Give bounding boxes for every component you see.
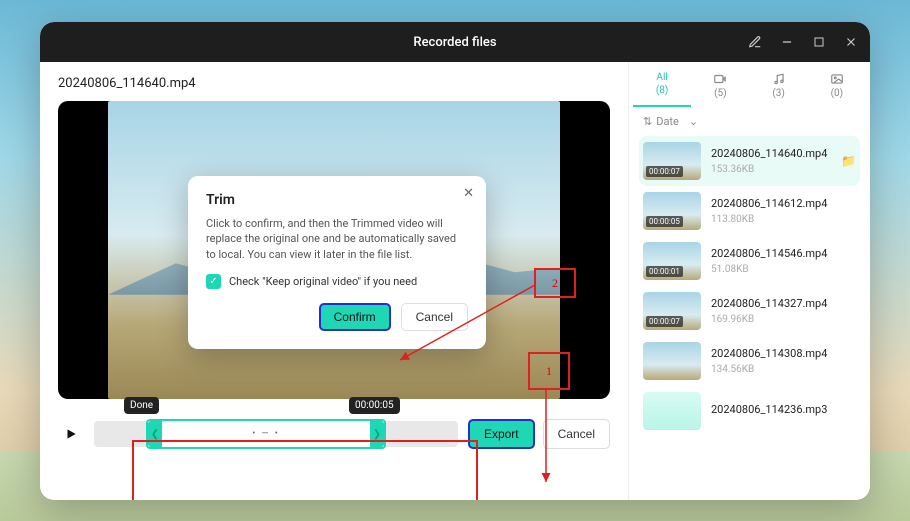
selection-marker: • — • xyxy=(252,429,280,439)
video-icon xyxy=(713,72,727,86)
duration-badge: 00:00:01 xyxy=(646,266,683,277)
file-name: 20240806_114612.mp4 xyxy=(711,197,856,210)
file-thumbnail: 00:00:05 xyxy=(643,192,701,230)
close-icon[interactable]: ✕ xyxy=(463,186,474,201)
file-thumbnail xyxy=(643,392,701,430)
file-size: 51.08KB xyxy=(711,264,856,275)
close-icon[interactable] xyxy=(840,31,862,53)
file-thumbnail: 00:00:07 xyxy=(643,292,701,330)
timeline: Done 00:00:05 ❮ • — • ❯ Export Cancel xyxy=(58,419,610,449)
file-name: 20240806_114327.mp4 xyxy=(711,297,856,310)
file-thumbnail: 00:00:01 xyxy=(643,242,701,280)
cancel-export-button[interactable]: Cancel xyxy=(543,419,610,449)
annotation-box-timeline xyxy=(132,440,478,500)
trim-dialog: ✕ Trim Click to confirm, and then the Tr… xyxy=(188,176,486,349)
maximize-icon[interactable] xyxy=(808,31,830,53)
file-thumbnail: 00:00:07 xyxy=(643,142,701,180)
file-name: 20240806_114546.mp4 xyxy=(711,247,856,260)
file-size: 169.96KB xyxy=(711,314,856,325)
tab-image[interactable]: (0) xyxy=(808,72,866,107)
file-name: 20240806_114308.mp4 xyxy=(711,347,856,360)
file-size: 134.56KB xyxy=(711,364,856,375)
sort-dropdown[interactable]: ⇅ Date ⌄ xyxy=(629,107,870,136)
confirm-button[interactable]: Confirm xyxy=(319,303,391,331)
window-title: Recorded files xyxy=(413,35,496,50)
done-tooltip: Done xyxy=(124,397,159,414)
file-item[interactable]: 00:00:07 20240806_114327.mp4 169.96KB xyxy=(639,286,860,336)
trim-description: Click to confirm, and then the Trimmed v… xyxy=(206,216,468,262)
checkbox-checked-icon: ✓ xyxy=(206,274,221,289)
recorded-files-window: Recorded files 20240806_114640.mp4 ✕ Tri… xyxy=(40,22,870,500)
file-thumbnail xyxy=(643,342,701,380)
file-name: 20240806_114236.mp3 xyxy=(711,403,856,416)
file-list[interactable]: 00:00:0720240806_114640.mp4153.36KB📁00:0… xyxy=(629,136,870,500)
keep-original-checkbox[interactable]: ✓ Check "Keep original video" if you nee… xyxy=(206,274,468,289)
duration-badge: 00:00:07 xyxy=(646,166,683,177)
file-size: 153.36KB xyxy=(711,164,831,175)
filter-tabs: All (8) (5) (3) (0) xyxy=(629,62,870,107)
trim-selection[interactable]: ❮ • — • ❯ xyxy=(146,419,386,449)
tab-video[interactable]: (5) xyxy=(691,72,749,107)
export-button[interactable]: Export xyxy=(468,419,535,449)
duration-badge: 00:00:07 xyxy=(646,316,683,327)
chevron-down-icon: ⌄ xyxy=(689,115,698,128)
open-folder-icon[interactable]: 📁 xyxy=(841,154,856,168)
file-name: 20240806_114640.mp4 xyxy=(711,147,831,160)
audio-icon xyxy=(772,72,786,86)
file-item[interactable]: 00:00:07 20240806_114640.mp4 153.36KB 📁 xyxy=(639,136,860,186)
titlebar: Recorded files xyxy=(40,22,870,62)
minimize-icon[interactable] xyxy=(776,31,798,53)
trim-handle-right[interactable]: ❯ xyxy=(370,421,384,447)
current-filename: 20240806_114640.mp4 xyxy=(58,76,610,91)
file-item[interactable]: 20240806_114308.mp4 134.56KB xyxy=(639,336,860,386)
file-item[interactable]: 00:00:01 20240806_114546.mp4 51.08KB xyxy=(639,236,860,286)
tab-audio[interactable]: (3) xyxy=(750,72,808,107)
main-panel: 20240806_114640.mp4 ✕ Trim Click to conf… xyxy=(40,62,628,500)
timeline-track[interactable]: Done 00:00:05 ❮ • — • ❯ xyxy=(94,421,458,447)
time-tooltip: 00:00:05 xyxy=(349,397,400,414)
play-icon[interactable] xyxy=(58,421,84,447)
file-item[interactable]: 20240806_114236.mp3 xyxy=(639,386,860,436)
edit-icon[interactable] xyxy=(744,31,766,53)
file-item[interactable]: 00:00:05 20240806_114612.mp4 113.80KB xyxy=(639,186,860,236)
file-size: 113.80KB xyxy=(711,214,856,225)
image-icon xyxy=(830,72,844,86)
trim-handle-left[interactable]: ❮ xyxy=(148,421,162,447)
trim-title: Trim xyxy=(206,192,468,208)
sort-icon: ⇅ xyxy=(643,115,652,128)
tab-all[interactable]: All (8) xyxy=(633,72,691,107)
file-sidebar: All (8) (5) (3) (0) ⇅ Date xyxy=(628,62,870,500)
video-preview: ✕ Trim Click to confirm, and then the Tr… xyxy=(58,101,610,399)
cancel-button[interactable]: Cancel xyxy=(401,303,468,331)
duration-badge: 00:00:05 xyxy=(646,216,683,227)
